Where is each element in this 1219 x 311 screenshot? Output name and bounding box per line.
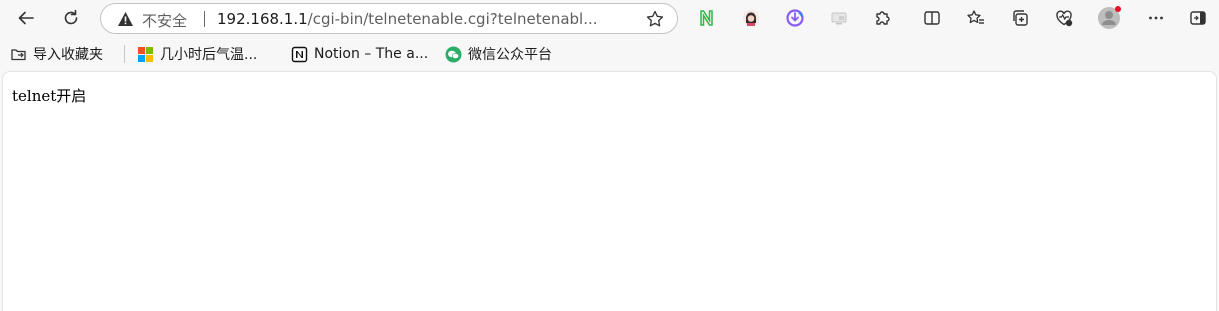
notion-extension-button[interactable] bbox=[693, 4, 721, 32]
bookmark-label: 导入收藏夹 bbox=[33, 47, 103, 63]
warning-icon[interactable] bbox=[117, 11, 134, 27]
more-icon bbox=[1149, 16, 1163, 20]
split-screen-icon bbox=[924, 11, 940, 25]
notion-n-extension-icon bbox=[700, 10, 713, 26]
profile-button[interactable] bbox=[1095, 4, 1123, 32]
refresh-button[interactable] bbox=[57, 4, 85, 32]
bookmark-import-favorites[interactable]: 导入收藏夹 bbox=[10, 44, 103, 64]
favorites-icon bbox=[967, 10, 984, 24]
collections-button[interactable] bbox=[1006, 4, 1034, 32]
import-favorites-icon bbox=[10, 46, 27, 63]
bookmarks-bar: 导入收藏夹 几小时后气温... Notion – The a... 微信公众平台 bbox=[0, 38, 1219, 70]
sidebar-button[interactable] bbox=[1184, 4, 1212, 32]
back-icon bbox=[18, 11, 34, 25]
favorite-star-icon[interactable] bbox=[645, 9, 665, 29]
browser-toolbar: 不安全 192.168.1.1/cgi-bin/telnetenable.cgi… bbox=[0, 0, 1219, 38]
bookmark-weather[interactable]: 几小时后气温... bbox=[137, 44, 257, 64]
bookmark-label: 微信公众平台 bbox=[468, 47, 552, 63]
page-body-text: telnet开启 bbox=[12, 87, 87, 105]
download-extension-icon bbox=[786, 9, 804, 27]
extensions-puzzle-icon bbox=[876, 11, 890, 25]
profile-icon bbox=[1098, 6, 1121, 29]
more-button[interactable] bbox=[1142, 4, 1170, 32]
browser-essentials-icon bbox=[1056, 10, 1073, 27]
bookmark-notion[interactable]: Notion – The a... bbox=[291, 44, 428, 64]
bookmark-label: Notion – The a... bbox=[314, 46, 429, 62]
url-path: /cgi-bin/telnetenable.cgi?telnetenabl... bbox=[307, 10, 598, 28]
back-button[interactable] bbox=[12, 4, 40, 32]
address-divider bbox=[204, 11, 205, 27]
extensions-button[interactable] bbox=[869, 4, 897, 32]
browser-essentials-button[interactable] bbox=[1050, 4, 1078, 32]
refresh-icon bbox=[64, 9, 78, 25]
bookmarks-divider bbox=[124, 45, 125, 63]
url-text[interactable]: 192.168.1.1/cgi-bin/telnetenable.cgi?tel… bbox=[217, 10, 637, 28]
wechat-icon bbox=[445, 46, 462, 63]
security-label[interactable]: 不安全 bbox=[142, 10, 187, 31]
avatar-extension-button[interactable] bbox=[737, 4, 765, 32]
screen-extension-icon bbox=[831, 12, 847, 25]
download-extension-button[interactable] bbox=[781, 4, 809, 32]
bookmark-label: 几小时后气温... bbox=[160, 47, 258, 63]
url-host: 192.168.1.1 bbox=[217, 10, 308, 28]
microsoft-logo-icon bbox=[137, 46, 154, 63]
address-bar[interactable]: 不安全 192.168.1.1/cgi-bin/telnetenable.cgi… bbox=[100, 3, 678, 34]
split-screen-button[interactable] bbox=[918, 4, 946, 32]
collections-icon bbox=[1013, 10, 1028, 26]
notion-icon bbox=[291, 46, 308, 63]
avatar-extension-icon bbox=[743, 10, 759, 26]
favorites-button[interactable] bbox=[962, 4, 990, 32]
bookmark-wechat[interactable]: 微信公众平台 bbox=[445, 44, 552, 64]
sidebar-icon bbox=[1190, 11, 1206, 25]
screen-extension-button[interactable] bbox=[825, 4, 853, 32]
page-viewport: telnet开启 bbox=[2, 71, 1217, 311]
